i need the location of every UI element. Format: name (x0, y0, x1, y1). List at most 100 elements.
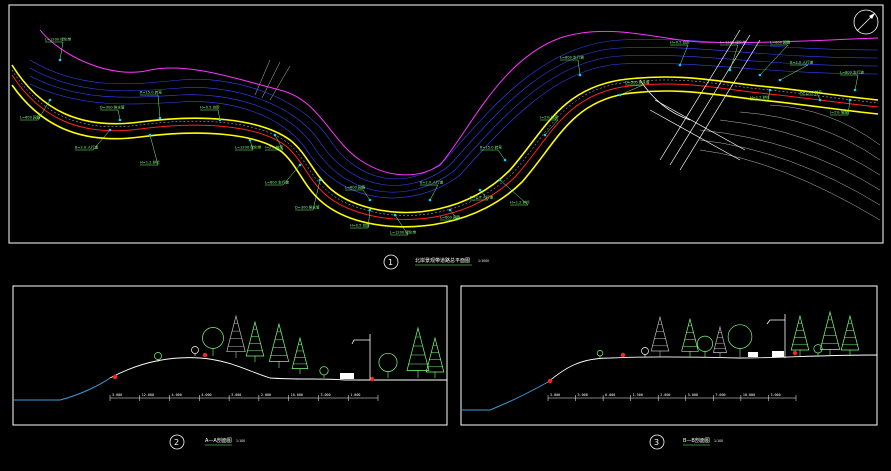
car-bb-2 (748, 352, 758, 357)
section-bb: 3.000 3.000 6.000 1.500 2.000 5.000 7.000 10.00… (460, 285, 878, 450)
annotation-point (108, 128, 112, 132)
broadleaf-tree (641, 347, 649, 355)
annotation-point (158, 116, 162, 120)
cross-road (639, 29, 761, 171)
leader-line (59, 41, 64, 61)
annotation-label: i=2% 坡度 (540, 115, 558, 120)
section-bb-title: B—B剖面图 (683, 437, 710, 444)
plan-caption: 1 北岸景观带道路总平面图 1:1000 (383, 254, 489, 270)
annotation-point (768, 88, 772, 92)
leader-line (729, 44, 739, 71)
dimension-label: 1.000 (350, 393, 360, 397)
dimension-label: 5.000 (688, 393, 698, 397)
annotation-label: R=15.0 转弯 (140, 90, 162, 95)
water-line-bb (461, 381, 549, 411)
leader-line (847, 99, 851, 116)
dimension-label: 3.000 (550, 393, 560, 397)
annotation-point (218, 118, 222, 122)
annotation-point (498, 178, 502, 182)
annotation-label: L=600 园路 (440, 215, 461, 220)
dimension-label: 4.000 (172, 393, 182, 397)
annotation-point (478, 188, 482, 192)
annotation-label: L=1200 绿化带 (235, 145, 261, 150)
annotation-label: L=800 车行道 (840, 70, 864, 75)
ground-profile-bb (547, 354, 878, 383)
broadleaf-tree (813, 344, 823, 354)
annotation-label: H=0.5 台阶 (670, 40, 690, 45)
annotation-label: B=2.0 人行道 (470, 195, 494, 200)
leader-line (157, 94, 161, 119)
annotation-point (543, 133, 547, 137)
broadleaf-tree (696, 335, 714, 352)
trees-aa (112, 314, 445, 382)
red-marker (369, 376, 375, 382)
annotation-point (853, 88, 857, 92)
annotation-label: D=300 排水管 (295, 205, 320, 210)
contour-lines (29, 38, 879, 199)
annotation-point (503, 158, 507, 162)
annotation-point (248, 138, 252, 142)
river-bank (39, 29, 879, 176)
dimension-label: 4.000 (201, 393, 211, 397)
annotation-point (118, 118, 122, 122)
leader-line (429, 184, 439, 201)
dimension-label: 3.000 (770, 393, 780, 397)
annotation-label: B=2.0 人行道 (420, 180, 444, 185)
plan-title: 北岸景观带道路总平面图 (415, 257, 470, 264)
red-marker (112, 374, 118, 380)
dimension-label: 2.000 (261, 393, 271, 397)
dimension-label: 7.000 (715, 393, 725, 397)
north-arrow-icon (853, 9, 879, 35)
broadleaf-tree (727, 324, 753, 349)
car-aa (340, 373, 354, 379)
annotation-point (148, 133, 152, 137)
annotation-point (393, 213, 397, 217)
leader-line (497, 149, 506, 161)
road (11, 64, 879, 228)
section-bb-marker-number: 3 (654, 438, 659, 447)
dimensions-bb: 3.000 3.000 6.000 1.500 2.000 5.000 7.000 10.00… (547, 393, 797, 401)
annotation-point (578, 73, 582, 77)
broadleaf-tree (191, 346, 199, 354)
annotation-label: D=300 排水管 (625, 80, 650, 85)
annotation-label: i=2% 坡度 (265, 145, 283, 150)
slope-hatch (254, 59, 881, 221)
annotation-point (368, 198, 372, 202)
water-line (13, 377, 111, 401)
annotation-label: L=600 园路 (20, 115, 41, 120)
red-marker (202, 352, 208, 358)
leader-line (854, 74, 859, 91)
dimension-label: 3.000 (231, 393, 241, 397)
annotation-label: B=2.0 人行道 (790, 60, 814, 65)
annotation-point (758, 73, 762, 77)
section-aa-title: A—A剖面图 (205, 437, 232, 444)
annotation-point (848, 98, 852, 102)
red-marker (547, 378, 553, 384)
annotation-point (448, 208, 452, 212)
car-bb (772, 351, 784, 357)
annotation-label: L=1200 绿化带 (720, 40, 746, 45)
annotation-label: R=15.0 转弯 (800, 90, 822, 95)
section-bb-scale: 1:100 (714, 439, 723, 443)
plan-view: L=1200 绿化带 L=600 园路 B=2.0 人行道 H=1.2 护栏 R=15.… (8, 4, 884, 270)
annotation-label: H=0.5 台阶 (200, 105, 220, 110)
section-aa: 3.000 12.000 4.000 4.000 3.000 2.000 10.000 3.0… (12, 285, 448, 450)
annotation-label: D=300 排水管 (100, 105, 125, 110)
section-aa-scale: 1:100 (236, 439, 245, 443)
annotation-label: H=1.2 护栏 (510, 200, 530, 205)
dimension-label: 3.000 (578, 393, 588, 397)
drawing-svg: L=1200 绿化带 L=600 园路 B=2.0 人行道 H=1.2 护栏 R=15.… (8, 4, 884, 450)
annotation-point (318, 178, 322, 182)
section-bb-caption: 3 B—B剖面图 1:100 (649, 434, 723, 450)
annotation-point (618, 93, 622, 97)
dimension-label: 2.000 (660, 393, 670, 397)
trees-bb (547, 310, 860, 384)
broadleaf-tree (378, 352, 398, 372)
dimension-label: 1.500 (633, 393, 643, 397)
dimension-label: 10.000 (743, 393, 755, 397)
annotation-label: L=600 园路 (345, 185, 366, 190)
annotation-label: L=1200 绿化带 (45, 37, 71, 42)
broadleaf-tree (596, 350, 604, 357)
annotation-label: H=0.5 台阶 (350, 223, 370, 228)
dimension-label: 3.000 (320, 393, 330, 397)
